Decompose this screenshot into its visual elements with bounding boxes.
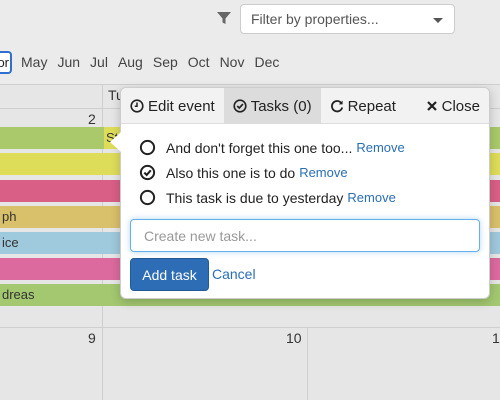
filter-select[interactable]: Filter by properties...: [240, 4, 455, 34]
grid-line: [307, 327, 308, 400]
close-icon: [426, 100, 438, 112]
remove-link[interactable]: Remove: [299, 165, 347, 180]
tab-repeat[interactable]: Repeat: [321, 88, 405, 124]
month-item[interactable]: May: [16, 54, 52, 70]
month-strip: or May Jun Jul Aug Sep Oct Nov Dec: [0, 50, 284, 74]
checkbox-unchecked-icon[interactable]: [139, 189, 156, 206]
checkbox-unchecked-icon[interactable]: [139, 139, 156, 156]
tab-label: Repeat: [347, 97, 396, 115]
month-item[interactable]: Dec: [249, 54, 284, 70]
check-circle-icon: [233, 99, 247, 113]
task-label: Also this one is to do: [166, 164, 296, 181]
filter-icon: [216, 10, 232, 26]
cancel-link[interactable]: Cancel: [212, 266, 256, 282]
month-item[interactable]: Sep: [148, 54, 183, 70]
popover-arrow: [110, 132, 121, 152]
close-button[interactable]: Close: [417, 88, 489, 124]
task-item: Also this one is to do Remove: [139, 160, 489, 185]
popover-tabs: Edit event Tasks (0) Repeat Close: [121, 88, 489, 124]
month-item[interactable]: Aug: [113, 54, 148, 70]
filter-placeholder: Filter by properties...: [251, 11, 379, 27]
new-task-input[interactable]: [130, 219, 480, 252]
task-item: And don't forget this one too... Remove: [139, 135, 489, 160]
tab-tasks[interactable]: Tasks (0): [223, 88, 321, 124]
task-label: And don't forget this one too...: [166, 139, 353, 156]
tab-label: Edit event: [148, 97, 215, 115]
close-label: Close: [441, 97, 480, 115]
tab-label: Tasks (0): [250, 97, 312, 115]
task-list: And don't forget this one too... Remove …: [121, 124, 489, 210]
remove-link[interactable]: Remove: [347, 190, 395, 205]
add-task-button[interactable]: Add task: [130, 258, 209, 291]
task-item: This task is due to yesterday Remove: [139, 185, 489, 210]
clock-icon: [130, 99, 144, 113]
remove-link[interactable]: Remove: [356, 140, 404, 155]
tab-edit-event[interactable]: Edit event: [121, 88, 224, 124]
day-number: 9: [88, 330, 96, 346]
grid-line: [0, 327, 500, 328]
event-popover: Edit event Tasks (0) Repeat Close And do…: [120, 87, 490, 299]
day-number: 1: [492, 330, 500, 346]
task-label: This task is due to yesterday: [166, 189, 344, 206]
tab-spacer: [405, 88, 417, 123]
month-active[interactable]: or: [0, 50, 12, 74]
month-item[interactable]: Jul: [85, 54, 113, 70]
month-item[interactable]: Nov: [215, 54, 250, 70]
chevron-down-icon: [433, 18, 443, 23]
month-item[interactable]: Jun: [52, 54, 85, 70]
day-number: 10: [286, 330, 302, 346]
day-number: 2: [88, 111, 96, 127]
repeat-icon: [330, 99, 344, 113]
grid-line: [0, 84, 500, 85]
month-item[interactable]: Oct: [183, 54, 215, 70]
checkbox-checked-icon[interactable]: [139, 164, 156, 181]
